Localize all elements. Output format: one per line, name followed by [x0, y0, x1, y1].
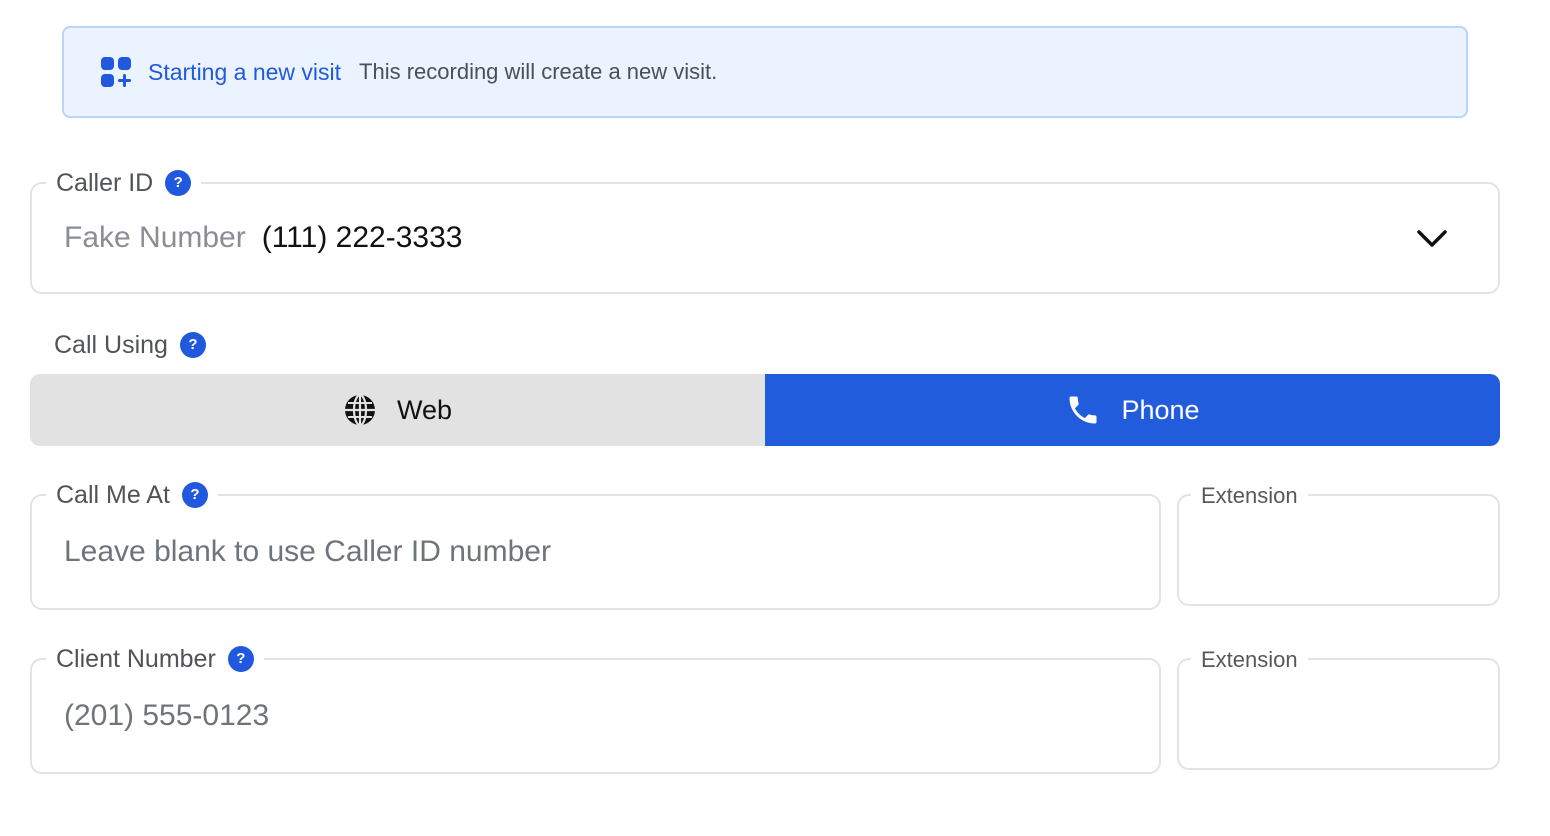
- apps-add-icon: [100, 56, 132, 88]
- web-label: Web: [396, 394, 453, 425]
- call-me-at-extension-label: Extension: [1191, 481, 1308, 511]
- call-using-phone-button[interactable]: Phone: [765, 374, 1500, 446]
- call-using-label-text: Call Using: [54, 331, 168, 359]
- new-visit-form: Starting a new visit This recording will…: [0, 0, 1550, 836]
- phone-label: Phone: [1121, 394, 1200, 425]
- client-number-extension-field[interactable]: Extension: [1177, 645, 1500, 770]
- new-visit-banner: Starting a new visit This recording will…: [62, 26, 1468, 118]
- chevron-down-icon[interactable]: [1414, 226, 1450, 250]
- call-using-help-icon[interactable]: ?: [179, 332, 206, 358]
- caller-id-value: Fake Number (111) 222-3333: [64, 184, 462, 292]
- banner-title: Starting a new visit: [148, 58, 342, 85]
- client-number-placeholder: (201) 555-0123: [64, 699, 270, 732]
- caller-id-name: Fake Number: [64, 221, 246, 254]
- call-using-label: Call Using ?: [54, 328, 206, 362]
- caller-id-number: (111) 222-3333: [261, 221, 463, 254]
- call-using-web-button[interactable]: Web: [30, 374, 765, 446]
- call-me-at-field[interactable]: Call Me At ? Leave blank to use Caller I…: [30, 480, 1161, 610]
- globe-icon: [344, 393, 375, 427]
- call-using-toggle: Web Phone: [30, 374, 1500, 446]
- banner-text: This recording will create a new visit.: [359, 59, 718, 84]
- call-me-at-extension-field[interactable]: Extension: [1177, 481, 1500, 606]
- client-number-extension-label: Extension: [1191, 645, 1308, 675]
- client-number-field[interactable]: Client Number ? (201) 555-0123: [30, 644, 1161, 774]
- call-me-at-placeholder: Leave blank to use Caller ID number: [64, 535, 551, 568]
- phone-icon: [1069, 396, 1097, 424]
- caller-id-select[interactable]: Caller ID ? Fake Number (111) 222-3333: [30, 168, 1500, 294]
